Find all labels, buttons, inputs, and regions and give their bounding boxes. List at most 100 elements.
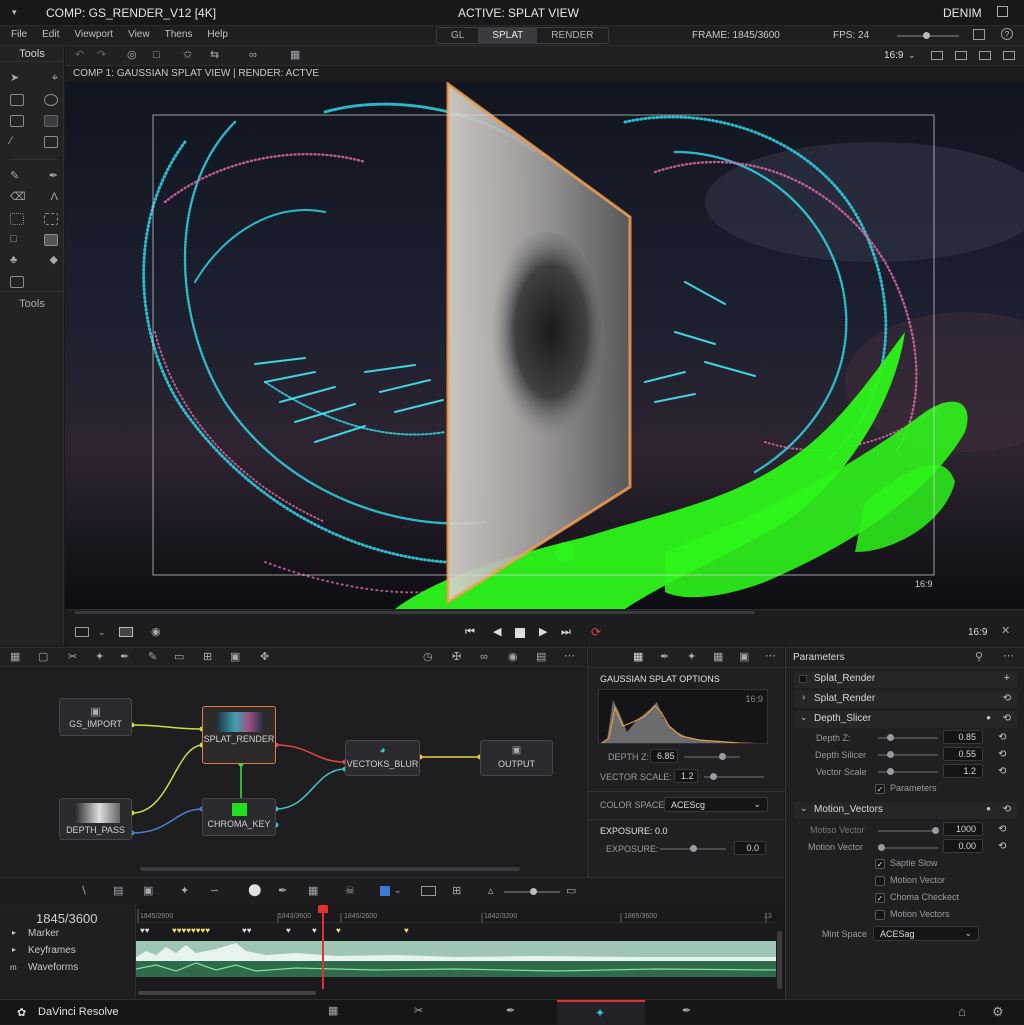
reset-icon[interactable]: ⟲: [998, 841, 1006, 852]
chevron-down-icon[interactable]: ⌄: [98, 628, 106, 637]
home-icon[interactable]: ⌂: [958, 1005, 966, 1018]
zoom-out-icon[interactable]: ▵: [488, 886, 494, 897]
zoom-slider[interactable]: [897, 32, 959, 39]
keyframe-marker[interactable]: ♥: [286, 926, 291, 935]
pen-icon[interactable]: ✒: [49, 171, 58, 182]
loop-icon[interactable]: ⟳: [591, 626, 601, 638]
depth-z-param-field[interactable]: 0.85: [943, 730, 983, 744]
monitor-icon[interactable]: [421, 886, 436, 896]
node-scrollbar[interactable]: [140, 867, 520, 871]
chevron-right-icon[interactable]: ▸: [12, 945, 16, 954]
more-icon[interactable]: ⋯: [564, 651, 575, 662]
depth-z-slider[interactable]: [684, 753, 740, 760]
screen-icon[interactable]: [973, 29, 985, 40]
param-section-splat-render[interactable]: › Splat_Render ⟲: [794, 691, 1017, 708]
depth-slicer-param-slider[interactable]: [878, 751, 938, 758]
folder-icon[interactable]: ▢: [38, 652, 48, 663]
move-icon[interactable]: ✥: [260, 652, 269, 663]
keyframe-marker[interactable]: ♥♥: [242, 926, 252, 935]
eraser-icon[interactable]: ⌫: [10, 192, 26, 203]
frame-tool-icon[interactable]: [44, 135, 58, 148]
parameters-checkbox[interactable]: ✓: [875, 784, 885, 794]
node-depth-pass[interactable]: DEPTH_PASS: [59, 798, 132, 840]
search-icon[interactable]: ⚲: [975, 652, 983, 663]
more-icon[interactable]: ⋯: [1003, 651, 1014, 662]
eye-icon[interactable]: ◉: [151, 627, 161, 638]
reset-icon[interactable]: ⟲: [998, 732, 1006, 743]
guide-icon[interactable]: ▦: [290, 50, 300, 61]
curve-icon[interactable]: ∽: [210, 886, 219, 897]
depth-z-field[interactable]: 6.85: [650, 749, 678, 763]
pip-icon[interactable]: [1003, 51, 1015, 60]
layers-icon[interactable]: ▤: [536, 652, 546, 663]
scope-icon[interactable]: ▣: [739, 652, 749, 663]
camera-icon[interactable]: ▣: [143, 886, 153, 897]
keyframe-marker[interactable]: ♥♥♥♥♥♥♥♥: [172, 926, 210, 935]
mint-space-select[interactable]: ACESag ⌄: [873, 926, 979, 941]
page-edit-icon[interactable]: ✒: [506, 1006, 515, 1017]
app-menu-icon[interactable]: ▾: [12, 7, 17, 18]
grid-icon[interactable]: ▦: [10, 652, 20, 663]
clip-icon[interactable]: ▤: [113, 886, 123, 897]
crop-tool-icon[interactable]: ⌖: [52, 73, 58, 84]
vector-scale-param-field[interactable]: 1.2: [943, 764, 983, 778]
razor-icon[interactable]: ∖: [80, 886, 87, 897]
display-icon[interactable]: [75, 627, 89, 637]
pen-icon[interactable]: ✒: [278, 886, 287, 897]
mode-splat[interactable]: SPLAT: [478, 28, 538, 43]
menu-view[interactable]: View: [128, 29, 150, 40]
reset-icon[interactable]: ⟲: [1003, 804, 1011, 815]
timeline-zoom-slider[interactable]: [504, 888, 560, 895]
zoom-in-icon[interactable]: ▭: [566, 886, 576, 897]
select-tool-icon[interactable]: ➤: [10, 73, 19, 84]
pen-icon[interactable]: ✒: [120, 652, 129, 663]
vector-scale-slider[interactable]: [704, 773, 764, 780]
keyframe-marker[interactable]: ♥: [404, 926, 409, 935]
clock-icon[interactable]: ◷: [423, 652, 433, 663]
play-reverse-icon[interactable]: ◀: [493, 627, 501, 638]
viewer-scrollbar[interactable]: [75, 611, 755, 614]
path-icon[interactable]: Λ: [51, 192, 58, 203]
transform-icon[interactable]: ⊞: [203, 652, 212, 663]
safe-frame-icon[interactable]: [931, 51, 943, 60]
motion-vector-checkbox[interactable]: [875, 876, 885, 886]
param-section-motion-vectors[interactable]: ⌄ Motion_Vectors ● ⟲: [794, 802, 1017, 819]
rectangle-tool-icon[interactable]: [10, 114, 24, 127]
help-icon[interactable]: ?: [1001, 28, 1013, 40]
reset-icon[interactable]: ⟲: [998, 766, 1006, 777]
active-view-dropdown[interactable]: ACTIVE: SPLAT VIEW: [458, 6, 579, 20]
drop-icon[interactable]: ◆: [50, 255, 58, 266]
keyframe-marker[interactable]: ♥: [336, 926, 341, 935]
timeline[interactable]: 1845/3600 ▸ Marker ▸ Keyframes m Wavefor…: [0, 905, 784, 999]
page-color-icon[interactable]: ✒: [682, 1006, 691, 1017]
link-icon[interactable]: ∞: [480, 652, 488, 663]
link-icon[interactable]: ∞: [249, 50, 257, 61]
reset-icon[interactable]: ⟲: [998, 824, 1006, 835]
track-marker[interactable]: Marker: [28, 928, 59, 939]
splat-viewport[interactable]: 16:9: [65, 82, 1024, 609]
stamp-icon[interactable]: ♣: [10, 255, 17, 266]
timeline-scrollbar[interactable]: [138, 991, 316, 995]
param-row-splat-render[interactable]: Splat_Render +: [794, 671, 1017, 688]
redo-icon[interactable]: ↷: [97, 50, 106, 61]
mode-gl[interactable]: GL: [437, 28, 478, 43]
reset-icon[interactable]: ⟲: [998, 749, 1006, 760]
chevron-down-icon[interactable]: ⌄: [572, 7, 580, 18]
add-icon[interactable]: +: [1004, 672, 1010, 684]
brush-icon[interactable]: ✎: [148, 652, 157, 663]
node-splat-render[interactable]: SPLAT_RENDER: [202, 706, 276, 764]
menu-edit[interactable]: Edit: [42, 29, 59, 40]
track-waveforms[interactable]: Waveforms: [28, 962, 78, 973]
menu-file[interactable]: File: [11, 29, 27, 40]
node-add-icon[interactable]: ✦: [95, 652, 104, 663]
line-tool-icon[interactable]: ∕: [10, 136, 12, 147]
monitor-icon[interactable]: [119, 627, 133, 637]
node-output[interactable]: ▣ OUTPUT: [480, 740, 553, 776]
page-fusion-tab[interactable]: ✦: [557, 1000, 645, 1025]
grid-icon[interactable]: ▦: [713, 652, 723, 663]
menu-thens[interactable]: Thens: [165, 29, 193, 40]
node-graph[interactable]: ▣ GS_IMPORT SPLAT_RENDER DEPTH_PASS CHRO…: [0, 667, 586, 877]
menu-help[interactable]: Help: [207, 29, 228, 40]
marquee-icon[interactable]: [44, 212, 58, 225]
color-icon[interactable]: [380, 886, 390, 896]
